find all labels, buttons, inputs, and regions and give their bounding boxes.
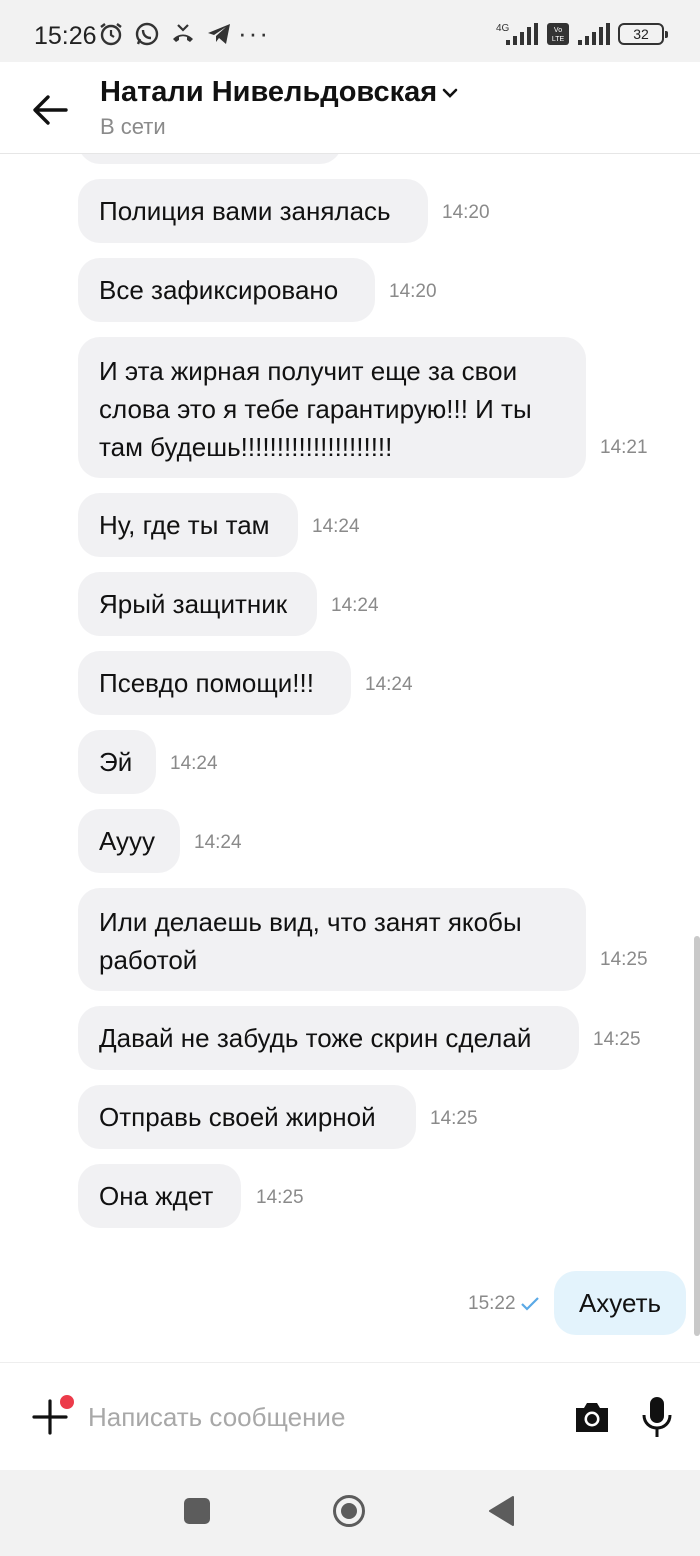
arrow-left-icon[interactable] — [30, 92, 70, 128]
message-text: Эй — [99, 747, 133, 777]
message-text: Аууу — [99, 826, 156, 856]
alarm-icon — [100, 23, 122, 46]
message-bubble[interactable]: И эта жирная получит еще за свои слова э… — [78, 337, 586, 478]
message-input[interactable] — [88, 1397, 538, 1437]
message-bubble[interactable]: Или делаешь вид, что занят якобы работой — [78, 888, 586, 991]
message-text: Псевдо помощи!!! — [99, 668, 314, 698]
message-text: Ну, где ты там — [99, 510, 270, 540]
message-text: Отправь своей жирной — [99, 1102, 376, 1132]
more-notifications-icon: ··· — [238, 18, 270, 48]
check-icon — [521, 1297, 539, 1311]
chat-header: Натали Нивельдовская В сети — [0, 62, 700, 154]
message-time: 14:25 — [600, 949, 648, 970]
contact-status: В сети — [100, 114, 166, 139]
message-bubble[interactable]: Она ждет — [78, 1164, 241, 1228]
camera-icon[interactable] — [572, 1399, 612, 1435]
message-time: 14:24 — [312, 516, 360, 537]
message-list[interactable]: Полиция вами занялась 14:20 Все зафиксир… — [0, 154, 700, 1362]
telegram-icon — [208, 24, 230, 44]
message-time: 14:20 — [442, 202, 490, 223]
message-text: И эта жирная получит еще за свои слова э… — [99, 356, 532, 462]
message-time: 14:25 — [256, 1187, 304, 1208]
svg-text:4G: 4G — [496, 23, 510, 34]
svg-text:Vo: Vo — [554, 27, 562, 34]
message-time: 14:24 — [194, 832, 242, 853]
message-text: Полиция вами занялась — [99, 196, 391, 226]
notification-icons — [98, 21, 232, 47]
message-time: 14:24 — [365, 674, 413, 695]
outgoing-message-bubble[interactable]: Ахуеть — [554, 1271, 686, 1335]
home-icon[interactable] — [332, 1494, 366, 1528]
message-bubble-partial[interactable] — [78, 154, 342, 164]
message-text: Все зафиксировано — [99, 275, 339, 305]
message-text: Давай не забудь тоже скрин сделай — [99, 1023, 532, 1053]
message-bubble[interactable]: Полиция вами занялась — [78, 179, 428, 243]
message-bubble[interactable]: Псевдо помощи!!! — [78, 651, 351, 715]
missed-call-icon — [173, 24, 193, 42]
message-time: 14:24 — [331, 595, 379, 616]
whatsapp-icon — [135, 22, 159, 46]
notification-dot — [58, 1393, 76, 1411]
composer-bar — [0, 1362, 700, 1470]
message-bubble[interactable]: Эй — [78, 730, 156, 794]
message-bubble[interactable]: Аууу — [78, 809, 180, 873]
status-bar: 15:26 ··· 4G Vo LTE 32 — [0, 0, 700, 62]
message-time: 14:24 — [170, 753, 218, 774]
signal-icon — [578, 23, 610, 45]
message-time: 14:20 — [389, 281, 437, 302]
message-bubble[interactable]: Ну, где ты там — [78, 493, 298, 557]
microphone-icon[interactable] — [640, 1395, 674, 1439]
message-bubble[interactable]: Все зафиксировано — [78, 258, 375, 322]
battery-level: 32 — [633, 26, 649, 42]
outgoing-message-time: 15:22 — [468, 1293, 516, 1314]
chevron-down-icon[interactable] — [441, 86, 459, 100]
status-time: 15:26 — [34, 22, 97, 50]
message-text: Ахуеть — [578, 1287, 662, 1318]
recent-apps-icon[interactable] — [184, 1498, 210, 1524]
system-indicators: 4G Vo LTE 32 — [496, 22, 668, 46]
message-text: Или делаешь вид, что занят якобы работой — [99, 907, 522, 975]
message-time: 14:25 — [593, 1029, 641, 1050]
message-time: 14:25 — [430, 1108, 478, 1129]
contact-name[interactable]: Натали Нивельдовская — [100, 76, 437, 109]
message-bubble[interactable]: Давай не забудь тоже скрин сделай — [78, 1006, 579, 1070]
back-triangle-icon[interactable] — [486, 1494, 516, 1528]
signal-4g-icon: 4G — [496, 23, 538, 45]
volte-icon: Vo LTE — [547, 23, 569, 45]
message-text: Она ждет — [99, 1181, 214, 1211]
scrollbar[interactable] — [694, 936, 700, 1336]
system-nav-bar — [0, 1470, 700, 1556]
message-time: 14:21 — [600, 437, 648, 458]
battery-icon: 32 — [618, 23, 668, 45]
message-text: Ярый защитник — [99, 589, 288, 619]
svg-text:LTE: LTE — [552, 36, 565, 43]
message-bubble[interactable]: Отправь своей жирной — [78, 1085, 416, 1149]
message-bubble[interactable]: Ярый защитник — [78, 572, 317, 636]
